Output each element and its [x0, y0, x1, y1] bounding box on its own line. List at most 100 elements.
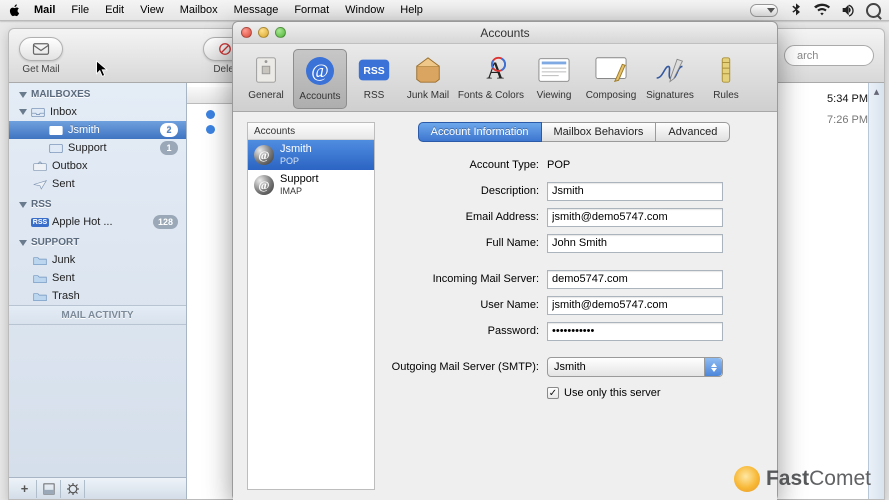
search-input[interactable]: arch — [784, 45, 874, 66]
account-item-jsmith[interactable]: @ JsmithPOP — [248, 140, 374, 170]
value-account-type: POP — [547, 159, 761, 171]
dropdown-arrows-icon — [704, 358, 722, 376]
tab-account-info[interactable]: Account Information — [418, 122, 542, 142]
menu-window[interactable]: Window — [345, 4, 384, 16]
menu-app[interactable]: Mail — [34, 4, 55, 16]
folder-icon — [33, 272, 47, 284]
inbox-icon — [31, 106, 45, 118]
tab-rules[interactable]: Rules — [699, 49, 753, 109]
sidebar-item-jsmith[interactable]: Jsmith 2 — [9, 121, 186, 139]
menu-bar[interactable]: Mail File Edit View Mailbox Message Form… — [0, 0, 889, 21]
account-form: Account Information Mailbox Behaviors Ad… — [375, 112, 777, 500]
label-account-type: Account Type: — [387, 159, 547, 171]
sent-icon — [33, 178, 47, 190]
email-input[interactable] — [547, 208, 723, 227]
accounts-list-header: Accounts — [248, 123, 374, 140]
fullname-input[interactable] — [547, 234, 723, 253]
scroll-up-icon[interactable]: ▴ — [869, 83, 884, 99]
close-icon[interactable] — [241, 27, 252, 38]
tab-rss[interactable]: RSSRSS — [347, 49, 401, 109]
tab-accounts[interactable]: @Accounts — [293, 49, 347, 109]
incoming-server-input[interactable] — [547, 270, 723, 289]
outbox-icon — [33, 160, 47, 172]
fastcomet-logo-icon — [734, 466, 760, 492]
disclosure-icon — [19, 92, 27, 98]
account-icon: @ — [254, 145, 274, 165]
badge: 1 — [160, 141, 178, 155]
badge: 2 — [160, 123, 178, 137]
volume-icon[interactable] — [840, 2, 856, 18]
sidebar-item-sent[interactable]: Sent — [9, 175, 186, 193]
accounts-prefs-window: Accounts General @Accounts RSSRSS Junk M… — [232, 21, 778, 500]
show-button[interactable] — [37, 480, 61, 498]
menu-message[interactable]: Message — [234, 4, 279, 16]
scrollbar[interactable]: ▴ — [868, 83, 884, 499]
tab-fonts[interactable]: AFonts & Colors — [455, 49, 527, 109]
tab-junk[interactable]: Junk Mail — [401, 49, 455, 109]
rss-icon: RSS — [33, 216, 47, 228]
folder-icon — [33, 290, 47, 302]
menu-help[interactable]: Help — [400, 4, 423, 16]
form-tabs: Account Information Mailbox Behaviors Ad… — [387, 122, 761, 142]
disclosure-icon — [19, 109, 27, 115]
zoom-icon[interactable] — [275, 27, 286, 38]
action-button[interactable] — [61, 480, 85, 498]
menu-format[interactable]: Format — [294, 4, 329, 16]
sidebar-item-inbox[interactable]: Inbox — [9, 103, 186, 121]
minimize-icon[interactable] — [258, 27, 269, 38]
apple-icon[interactable] — [8, 3, 22, 17]
spotlight-pill-icon[interactable] — [750, 4, 778, 17]
password-input[interactable] — [547, 322, 723, 341]
username-input[interactable] — [547, 296, 723, 315]
svg-text:RSS: RSS — [363, 66, 384, 77]
sidebar-item-junk[interactable]: Junk — [9, 251, 186, 269]
account-item-support[interactable]: @ SupportIMAP — [248, 170, 374, 200]
svg-text:@: @ — [311, 61, 329, 82]
menu-view[interactable]: View — [140, 4, 164, 16]
label-email: Email Address: — [387, 211, 547, 223]
tab-viewing[interactable]: Viewing — [527, 49, 581, 109]
cursor-icon — [95, 59, 113, 77]
window-titlebar[interactable]: Accounts — [233, 22, 777, 44]
unread-dot-icon — [206, 125, 215, 134]
sidebar-item-outbox[interactable]: Outbox — [9, 157, 186, 175]
window-title: Accounts — [480, 26, 529, 40]
prefs-toolbar: General @Accounts RSSRSS Junk Mail AFont… — [233, 44, 777, 112]
mail-activity-header[interactable]: MAIL ACTIVITY — [9, 305, 186, 325]
use-only-server-checkbox[interactable] — [547, 387, 559, 399]
wifi-icon[interactable] — [814, 2, 830, 18]
message-list[interactable] — [187, 83, 237, 499]
bluetooth-icon[interactable] — [788, 2, 804, 18]
menu-file[interactable]: File — [71, 4, 89, 16]
watermark: FastComet — [734, 466, 871, 492]
label-incoming: Incoming Mail Server: — [387, 273, 547, 285]
tab-general[interactable]: General — [239, 49, 293, 109]
label-username: User Name: — [387, 299, 547, 311]
sidebar-item-trash[interactable]: Trash — [9, 287, 186, 305]
section-support[interactable]: SUPPORT — [9, 231, 186, 251]
spotlight-icon[interactable] — [866, 3, 881, 18]
unread-dot-icon — [206, 110, 215, 119]
get-mail-button[interactable]: Get Mail — [19, 37, 63, 75]
section-mailboxes[interactable]: MAILBOXES — [9, 83, 186, 103]
description-input[interactable] — [547, 182, 723, 201]
use-only-server-label: Use only this server — [564, 387, 661, 399]
tab-mailbox-behaviors[interactable]: Mailbox Behaviors — [542, 122, 657, 142]
search-label: arch — [797, 50, 818, 62]
menu-mailbox[interactable]: Mailbox — [180, 4, 218, 16]
list-header[interactable] — [187, 87, 236, 104]
menu-edit[interactable]: Edit — [105, 4, 124, 16]
sidebar-item-applehot[interactable]: RSS Apple Hot ... 128 — [9, 213, 186, 231]
folder-icon — [33, 254, 47, 266]
section-rss[interactable]: RSS — [9, 193, 186, 213]
tab-advanced[interactable]: Advanced — [656, 122, 730, 142]
sidebar-item-sent2[interactable]: Sent — [9, 269, 186, 287]
add-button[interactable]: + — [13, 480, 37, 498]
smtp-select[interactable]: Jsmith — [547, 357, 723, 377]
inbox-icon — [49, 142, 63, 154]
label-password: Password: — [387, 325, 547, 337]
tab-signatures[interactable]: Signatures — [641, 49, 699, 109]
tab-composing[interactable]: Composing — [581, 49, 641, 109]
sidebar-footer: + — [9, 477, 186, 499]
sidebar-item-support[interactable]: Support 1 — [9, 139, 186, 157]
